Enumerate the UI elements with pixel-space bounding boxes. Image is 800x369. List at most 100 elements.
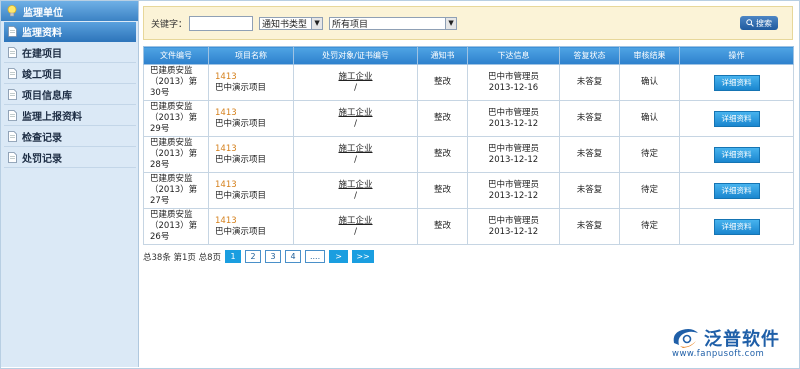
reply-status-cell: 未答复 [559,100,620,137]
doc-number-cell: 巴建质安监（2013）第30号 [143,64,209,101]
sidebar-item[interactable]: 项目信息库 [4,85,136,105]
target-link[interactable]: 施工企业 [295,108,416,119]
target-link[interactable]: 施工企业 [295,72,416,83]
target-cell: 施工企业 / [293,64,418,101]
keyword-input[interactable] [189,15,254,31]
doc-number-cell: 巴建质安监（2013）第28号 [143,136,209,173]
lightbulb-icon [7,5,17,17]
document-icon [8,131,17,142]
target-link[interactable]: 施工企业 [295,216,416,227]
detail-button[interactable]: 详细资料 [713,74,760,91]
project-code[interactable]: 1413 [215,72,292,83]
reply-status-cell: 未答复 [559,208,620,245]
notice-cell: 整改 [417,208,468,245]
issuer: 巴中市管理员 [487,215,539,226]
action-cell: 详细资料 [679,100,794,137]
document-icon [8,68,17,79]
document-icon [8,110,17,121]
action-cell: 详细资料 [679,136,794,173]
detail-button[interactable]: 详细资料 [713,182,760,199]
notice-cell: 整改 [417,64,468,101]
sidebar-item[interactable]: 竣工项目 [4,64,136,84]
target-cell: 施工企业 / [293,208,418,245]
document-icon [8,26,17,37]
action-cell: 详细资料 [679,172,794,209]
table-row: 巴建质安监（2013）第29号 1413 巴中演示项目 施工企业 / 整改 巴中市管理员 20… [143,100,794,137]
sidebar-item[interactable]: 检查记录 [4,127,136,147]
target-cell: 施工企业 / [293,136,418,173]
doc-number-cell: 巴建质安监（2013）第26号 [143,208,209,245]
target-link[interactable]: 施工企业 [295,144,416,155]
target-sub: / [354,82,357,93]
target-cell: 施工企业 / [293,172,418,209]
issue-date: 2013-12-12 [488,118,539,129]
notice-type-value: 通知书类型 [262,19,308,30]
chevron-down-icon: ▼ [445,17,457,29]
page-button[interactable]: 2 [245,250,262,263]
logo-name: 泛普软件 [704,329,780,350]
project-cell: 1413 巴中演示项目 [208,172,294,209]
notice-cell: 整改 [417,172,468,209]
review-result-cell: 待定 [619,136,680,173]
column-header: 项目名称 [208,46,294,65]
sidebar-item[interactable]: 处罚记录 [4,148,136,168]
keyword-label: 关键字： [151,19,188,30]
company-logo: 泛普软件 www.fanpusoft.com [668,325,796,359]
detail-button[interactable]: 详细资料 [713,218,760,235]
issue-date: 2013-12-12 [488,226,539,237]
pagination: 总38条 第1页 总8页 1 2 3 4.... > >> [143,250,793,263]
sidebar-item-label: 处罚记录 [22,154,62,165]
project-code[interactable]: 1413 [215,216,292,227]
review-result-cell: 确认 [619,64,680,101]
pagination-summary: 总38条 第1页 总8页 [143,252,222,263]
target-sub: / [354,118,357,129]
doc-number-cell: 巴建质安监（2013）第27号 [143,172,209,209]
project-select[interactable]: 所有项目 ▼ [329,16,458,30]
sidebar-item[interactable]: 监理资料 [4,22,136,42]
sidebar: 监理单位 监理资料在建项目 竣工项目 项目信息库 监理上报资料检查记录处罚记录 [1,1,139,367]
sidebar-item[interactable]: 监理上报资料 [4,106,136,126]
table-row: 巴建质安监（2013）第26号 1413 巴中演示项目 施工企业 / 整改 巴中市管理员 20… [143,208,794,245]
document-icon [8,152,17,163]
table-body: 巴建质安监（2013）第30号 1413 巴中演示项目 施工企业 / 整改 巴中市管理员 20… [143,64,794,245]
page-button[interactable]: .... [305,250,326,263]
detail-button[interactable]: 详细资料 [713,110,760,127]
issue-date: 2013-12-16 [488,82,539,93]
notice-type-select[interactable]: 通知书类型 ▼ [259,16,324,30]
review-result-cell: 确认 [619,100,680,137]
sidebar-item[interactable]: 在建项目 [4,43,136,63]
page-button[interactable]: 4 [285,250,302,263]
page-button[interactable]: 1 [225,250,242,263]
issuer: 巴中市管理员 [487,107,539,118]
table-header-row: 文件编号 项目名称 处罚对象/证书编号 通知书 下达信息 答复状态 审核结果 操作 [143,46,794,65]
next-page-button[interactable]: > [329,250,349,263]
action-cell: 详细资料 [679,208,794,245]
page-button[interactable]: 3 [265,250,282,263]
search-button[interactable]: 搜索 [740,16,778,30]
project-select-value: 所有项目 [332,19,369,30]
last-page-button[interactable]: >> [352,250,375,263]
sidebar-item-label: 检查记录 [22,133,62,144]
sidebar-title: 监理单位 [23,7,63,19]
target-cell: 施工企业 / [293,100,418,137]
column-header: 下达信息 [467,46,560,65]
search-bar: 关键字： 通知书类型 ▼ 所有项目 ▼ 搜索 [143,6,793,40]
main-panel: 关键字： 通知书类型 ▼ 所有项目 ▼ 搜索 文件编号 项目名称 处罚对象/证书编号… [143,6,794,263]
project-name: 巴中演示项目 [215,82,267,93]
reply-status-cell: 未答复 [559,136,620,173]
target-link[interactable]: 施工企业 [295,180,416,191]
column-header: 文件编号 [143,46,209,65]
project-code[interactable]: 1413 [215,108,292,119]
project-cell: 1413 巴中演示项目 [208,136,294,173]
issue-cell: 巴中市管理员 2013-12-12 [467,208,560,245]
reply-status-cell: 未答复 [559,64,620,101]
issue-date: 2013-12-12 [488,154,539,165]
logo-url: www.fanpusoft.com [672,349,765,359]
project-code[interactable]: 1413 [215,144,292,155]
doc-number-cell: 巴建质安监（2013）第29号 [143,100,209,137]
sidebar-item-label: 监理资料 [22,28,62,39]
issue-cell: 巴中市管理员 2013-12-16 [467,64,560,101]
project-code[interactable]: 1413 [215,180,292,191]
detail-button[interactable]: 详细资料 [713,146,760,163]
review-result-cell: 待定 [619,172,680,209]
